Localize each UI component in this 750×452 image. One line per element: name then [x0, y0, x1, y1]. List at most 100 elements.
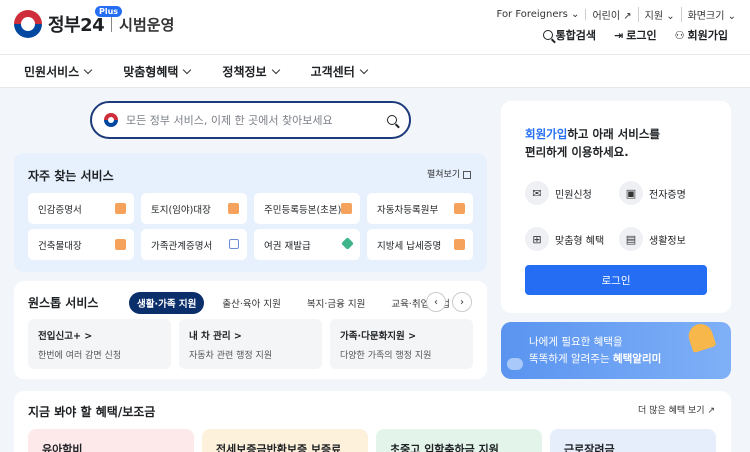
feature-civil-application: ✉ 민원신청: [525, 181, 592, 205]
nav-item-label: 맞춤형혜택: [123, 64, 179, 79]
external-link-icon: [229, 239, 239, 249]
onestop-item[interactable]: 전입신고+ > 한번에 여러 감면 신청: [28, 319, 171, 369]
util-link-label: 화면크기: [687, 11, 725, 22]
service-item[interactable]: 자동차등록원부: [367, 193, 473, 224]
service-item[interactable]: 가족관계증명서: [141, 229, 247, 260]
nav-item-label: 정책정보: [222, 64, 267, 79]
signup-link[interactable]: 회원가입: [525, 127, 567, 141]
util-link-kids[interactable]: 어린이 ↗: [586, 7, 639, 22]
mail-icon: ✉: [525, 181, 549, 205]
tab-life-family[interactable]: 생활·가족 지원: [129, 292, 205, 314]
bell-icon: [685, 322, 717, 354]
feature-label: 맞춤형 혜택: [555, 235, 605, 247]
benefit-card-title: 근로장려금: [564, 443, 615, 452]
chat-bubble-icon: [507, 358, 523, 370]
benefit-alert-banner[interactable]: 나에게 필요한 혜택을 똑똑하게 알려주는 혜택알리미: [501, 322, 731, 379]
search-icon[interactable]: [387, 115, 397, 125]
nav-item-policy-info[interactable]: 정책정보: [222, 63, 280, 80]
feature-custom-benefits: ⊞ 맞춤형 혜택: [525, 227, 604, 251]
benefit-card[interactable]: 근로장려금: [550, 429, 716, 452]
tab-birth-childcare[interactable]: 출산·육아 지원: [214, 292, 288, 314]
document-icon: [454, 203, 465, 214]
search-input[interactable]: [126, 113, 387, 127]
chevron-left-icon: ‹: [434, 296, 438, 308]
service-label: 지방세 납세증명: [377, 240, 442, 252]
banner-text: 나에게 필요한 혜택을 똑똑하게 알려주는 혜택알리미: [529, 334, 661, 368]
benefit-card[interactable]: 전세보증금반환보증 보증료 지원: [202, 429, 368, 452]
section-title: 지금 봐야 할 혜택/보조금: [28, 405, 156, 419]
gift-icon: ⊞: [525, 227, 549, 251]
chevron-down-icon: ⌄: [727, 11, 736, 22]
service-label: 인감증명서: [38, 204, 82, 216]
benefit-card-title: 전세보증금반환보증 보증료 지원: [216, 443, 342, 452]
chevron-down-icon: [271, 65, 280, 74]
taegeuk-emblem-icon: [104, 113, 118, 127]
onestop-item[interactable]: 내 차 관리 > 자동차 관련 행정 지원: [179, 319, 322, 369]
nav-item-customer-center[interactable]: 고객센터: [311, 63, 368, 80]
benefit-card[interactable]: 초중고 입학축하금 지원: [376, 429, 542, 452]
login-icon: ⇥: [614, 28, 624, 42]
util-link-foreigners[interactable]: For Foreigners ⌄: [491, 9, 587, 20]
onestop-item-desc: 자동차 관련 행정 지원: [189, 351, 273, 361]
document-icon: [228, 203, 239, 214]
expand-label: 펼쳐보기: [427, 170, 461, 180]
tabs-next-button[interactable]: ›: [452, 292, 472, 312]
util-link-screen-size[interactable]: 화면크기 ⌄: [682, 7, 736, 22]
utility-links: For Foreigners ⌄ 어린이 ↗ 지원 ⌄ 화면크기 ⌄: [491, 7, 736, 22]
util-link-label: 지원: [644, 11, 664, 22]
logo-sub-text: 시범운영: [119, 15, 175, 34]
section-title: 원스톱 서비스: [28, 296, 99, 310]
onestop-item-desc: 한번에 여러 감면 신청: [38, 351, 122, 361]
service-item[interactable]: 여권 재발급: [254, 229, 360, 260]
tab-welfare-finance[interactable]: 복지·금융 지원: [299, 292, 373, 314]
onestop-item[interactable]: 가족·다문화지원 > 다양한 가족의 행정 지원: [330, 319, 473, 369]
onestop-item-desc: 다양한 가족의 행정 지원: [340, 351, 432, 361]
chevron-down-icon: [83, 65, 93, 74]
banner-highlight: 혜택알리미: [612, 353, 662, 365]
nav-item-civil-service[interactable]: 민원서비스: [24, 63, 93, 80]
site-logo[interactable]: 정부24 Plus 시범운영: [14, 6, 175, 38]
quick-link-label: 통합검색: [555, 29, 597, 42]
tabs-prev-button[interactable]: ‹: [426, 292, 446, 312]
service-item[interactable]: 건축물대장: [28, 229, 134, 260]
nav-item-custom-benefits[interactable]: 맞춤형혜택: [123, 63, 192, 80]
section-title: 자주 찾는 서비스: [28, 169, 114, 183]
service-label: 주민등록등본(초본): [264, 204, 342, 216]
document-icon: [454, 239, 465, 250]
quick-links: 통합검색 ⇥ 로그인 ⚇ 회원가입: [542, 27, 728, 43]
header: 정부24 Plus 시범운영 For Foreigners ⌄ 어린이 ↗ 지원…: [0, 0, 750, 54]
service-label: 가족관계증명서: [151, 240, 213, 252]
login-button[interactable]: 로그인: [525, 265, 707, 295]
document-icon: [115, 203, 126, 214]
service-label: 건축물대장: [38, 240, 82, 252]
service-item[interactable]: 토지(임야)대장: [141, 193, 247, 224]
service-item[interactable]: 지방세 납세증명: [367, 229, 473, 260]
onestop-services-panel: 원스톱 서비스 생활·가족 지원 출산·육아 지원 복지·금융 지원 교육·취업…: [14, 281, 487, 379]
signup-link[interactable]: ⚇ 회원가입: [675, 27, 728, 43]
more-benefits-link[interactable]: 더 많은 혜택 보기 ↗: [638, 403, 715, 416]
util-link-support[interactable]: 지원 ⌄: [639, 7, 682, 22]
util-link-label: 어린이: [592, 11, 621, 22]
expand-button[interactable]: 펼쳐보기: [427, 167, 471, 180]
feature-label: 민원신청: [555, 189, 592, 201]
nav-item-label: 민원서비스: [24, 64, 80, 79]
chevron-down-icon: ⌄: [571, 9, 580, 20]
user-add-icon: ⚇: [674, 28, 685, 42]
external-link-icon: ↗: [707, 406, 715, 416]
banner-line: 나에게 필요한 혜택을: [529, 336, 623, 348]
more-label: 더 많은 혜택 보기: [638, 406, 705, 416]
integrated-search-button[interactable]: 통합검색: [542, 27, 597, 43]
main-search-bar: [90, 101, 411, 139]
service-item[interactable]: 주민등록등본(초본): [254, 193, 360, 224]
chevron-down-icon: [359, 65, 368, 74]
service-item[interactable]: 인감증명서: [28, 193, 134, 224]
login-link[interactable]: ⇥ 로그인: [614, 27, 657, 43]
service-label: 자동차등록원부: [377, 204, 439, 216]
certificate-icon: ▣: [619, 181, 643, 205]
benefit-card[interactable]: 유아학비: [28, 429, 194, 452]
onestop-item-title: 가족·다문화지원 >: [340, 331, 417, 342]
main-nav: 민원서비스 맞춤형혜택 정책정보 고객센터: [0, 54, 750, 88]
plus-badge: Plus: [95, 6, 123, 17]
benefit-card-title: 유아학비: [42, 443, 83, 452]
book-icon: ▤: [619, 227, 643, 251]
